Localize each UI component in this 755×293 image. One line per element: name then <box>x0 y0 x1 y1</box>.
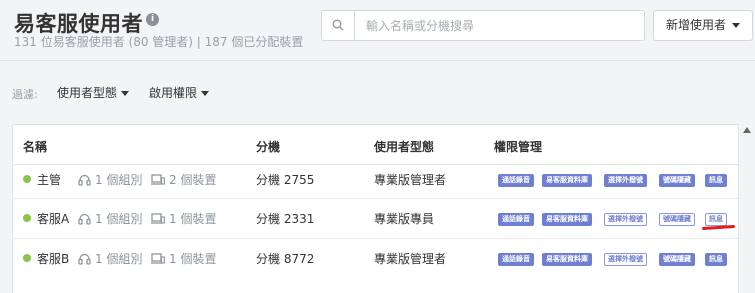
permission-badge[interactable]: 號碼隱藏 <box>659 253 695 266</box>
column-header-extension[interactable]: 分機 <box>256 138 280 155</box>
groups-count: 1 個組別 <box>95 252 143 266</box>
users-table: 名稱 分機 使用者型態 權限管理 主管 1 個組別 2 個裝置 分機 2755 專業版管… <box>12 124 739 293</box>
device-icon <box>150 173 169 187</box>
filter-label: 過濾: <box>12 88 38 101</box>
user-name[interactable]: 客服B <box>37 250 69 267</box>
devices-count: 1 個裝置 <box>169 212 217 226</box>
groups-info[interactable]: 1 個組別 <box>78 171 142 188</box>
permission-badge[interactable]: 號碼隱藏 <box>659 174 695 187</box>
devices-count: 2 個裝置 <box>169 173 217 187</box>
permission-badge[interactable]: 訊息 <box>705 253 727 266</box>
devices-count: 1 個裝置 <box>169 252 217 266</box>
device-icon <box>150 252 169 266</box>
table-row[interactable]: 客服B 1 個組別 1 個裝置 分機 8772 專業版管理者 通話錄音 易客服資料庫 選擇外撥… <box>13 239 738 279</box>
table-header: 名稱 分機 使用者型態 權限管理 <box>13 125 738 165</box>
permission-badge[interactable]: 通話錄音 <box>498 174 534 187</box>
devices-info[interactable]: 1 個裝置 <box>150 250 216 267</box>
extension: 分機 2331 <box>256 212 315 226</box>
scrollbar[interactable] <box>740 124 755 293</box>
user-type: 專業版專員 <box>374 212 435 226</box>
chevron-down-icon <box>732 23 741 28</box>
headset-icon <box>78 252 95 266</box>
header-divider <box>0 60 755 61</box>
add-user-button[interactable]: 新增使用者 <box>653 10 753 41</box>
user-name[interactable]: 客服A <box>37 210 69 227</box>
status-dot <box>23 175 31 183</box>
permission-filter-dropdown[interactable]: 啟用權限 <box>149 84 210 101</box>
add-user-button-label: 新增使用者 <box>666 18 727 32</box>
groups-info[interactable]: 1 個組別 <box>78 210 142 227</box>
permission-filter-label: 啟用權限 <box>149 86 198 100</box>
permission-badge[interactable]: 選擇外撥號 <box>604 213 647 226</box>
permission-badge[interactable]: 號碼隱藏 <box>659 213 695 226</box>
device-icon <box>150 212 169 226</box>
page-subtitle: 131 位易客服使用者 (80 管理者) | 187 個已分配裝置 <box>14 35 304 49</box>
permission-badge[interactable]: 易客服資料庫 <box>542 174 592 187</box>
chevron-down-icon <box>201 91 210 96</box>
permission-badge[interactable]: 易客服資料庫 <box>542 213 592 226</box>
groups-count: 1 個組別 <box>95 212 143 226</box>
groups-count: 1 個組別 <box>95 173 143 187</box>
user-type: 專業版管理者 <box>374 252 447 266</box>
headset-icon <box>78 173 95 187</box>
info-icon[interactable]: i <box>146 13 159 26</box>
headset-icon <box>78 212 95 226</box>
search-input[interactable] <box>356 11 642 40</box>
permission-badge[interactable]: 選擇外撥號 <box>604 174 647 187</box>
user-type: 專業版管理者 <box>374 173 447 187</box>
chevron-down-icon <box>121 91 130 96</box>
column-header-user-type[interactable]: 使用者型態 <box>374 138 434 155</box>
user-type-filter-label: 使用者型態 <box>57 86 118 100</box>
scroll-up-arrow-icon[interactable] <box>743 127 751 133</box>
permission-badge[interactable]: 訊息 <box>705 213 727 226</box>
search-box <box>321 10 645 41</box>
extension: 分機 8772 <box>256 252 315 266</box>
column-header-permissions: 權限管理 <box>494 140 543 154</box>
devices-info[interactable]: 2 個裝置 <box>150 171 216 188</box>
column-header-name[interactable]: 名稱 <box>23 138 47 155</box>
permission-badge[interactable]: 通話錄音 <box>498 253 534 266</box>
table-row[interactable]: 主管 1 個組別 2 個裝置 分機 2755 專業版管理者 通話錄音 易客服資料庫 選擇外撥號… <box>13 165 738 199</box>
user-type-filter-dropdown[interactable]: 使用者型態 <box>57 84 130 101</box>
search-icon[interactable] <box>322 11 355 40</box>
permission-badge[interactable]: 訊息 <box>705 174 727 187</box>
permission-badge[interactable]: 通話錄音 <box>498 213 534 226</box>
permission-badge[interactable]: 易客服資料庫 <box>542 253 592 266</box>
status-dot <box>23 254 31 262</box>
status-dot <box>23 214 31 222</box>
extension: 分機 2755 <box>256 173 315 187</box>
groups-info[interactable]: 1 個組別 <box>78 250 142 267</box>
user-name[interactable]: 主管 <box>37 171 61 188</box>
table-row[interactable]: 客服A 1 個組別 1 個裝置 分機 2331 專業版專員 通話錄音 易客服資料庫 選擇外撥號… <box>13 199 738 239</box>
permission-badge[interactable]: 選擇外撥號 <box>604 253 647 266</box>
devices-info[interactable]: 1 個裝置 <box>150 210 216 227</box>
